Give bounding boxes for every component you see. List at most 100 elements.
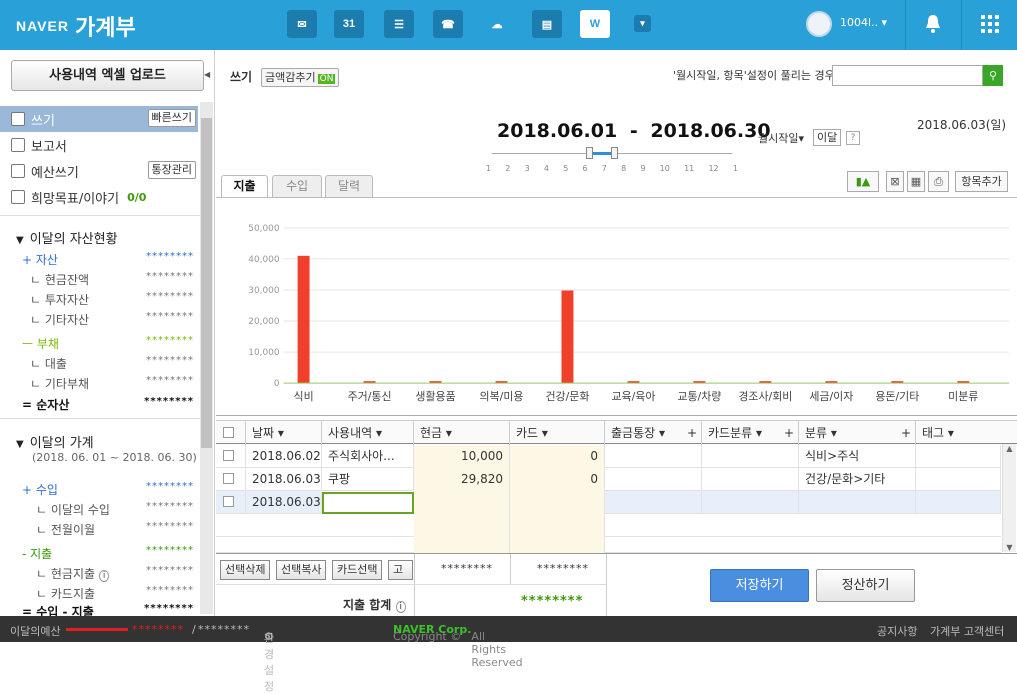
date-cell[interactable]: 2018.06.03 <box>246 468 322 491</box>
slider-handle-start[interactable] <box>586 147 593 159</box>
search-icon[interactable]: ⚲ <box>983 65 1003 86</box>
row-checkbox-cell[interactable] <box>216 468 246 491</box>
household-icon[interactable]: W <box>580 10 610 38</box>
description-cell[interactable]: 쿠팡 <box>322 468 414 491</box>
card-cell[interactable]: 0 <box>510 445 605 468</box>
ledger-section-title[interactable]: 이달의 가계 <box>16 432 94 451</box>
logo[interactable]: NAVER 가계부 <box>16 10 136 42</box>
delete-selected-button[interactable]: 선택삭제 <box>220 560 271 580</box>
sidebar-item-goals[interactable]: 희망목표/이야기 0/0 <box>0 184 198 210</box>
column-category[interactable]: 분류 ▾ + <box>799 421 916 445</box>
add-item-button[interactable]: 항목추가 <box>955 171 1008 192</box>
table-row[interactable]: 2018.06.03 쿠팡 29,820 0 건강/문화>기타 <box>216 468 1001 491</box>
tag-cell[interactable] <box>916 491 1001 514</box>
table-row[interactable]: 2018.06.02 주식회사아... 10,000 0 식비>주식 <box>216 445 1001 468</box>
date-cell[interactable]: 2018.06.03 <box>246 491 322 514</box>
column-card-category[interactable]: 카드분류 ▾ + <box>702 421 799 445</box>
apps-grid-icon[interactable] <box>981 15 999 33</box>
print-icon[interactable]: ⎙ <box>928 171 949 192</box>
info-icon[interactable]: i <box>98 570 110 582</box>
more-icon[interactable]: ▾ <box>634 15 651 32</box>
excel-icon[interactable]: ⊠ <box>886 171 904 192</box>
category-cell[interactable]: 식비>주식 <box>799 445 916 468</box>
tab-income[interactable]: 수입 <box>272 175 322 197</box>
account-manage-button[interactable]: 통장관리 <box>147 161 196 179</box>
column-cash[interactable]: 현금 ▾ <box>414 421 510 445</box>
month-start-dropdown[interactable]: 월시작일▾ <box>758 130 804 146</box>
column-account[interactable]: 출금통장 ▾ + <box>605 421 702 445</box>
settle-button[interactable]: 정산하기 <box>816 569 915 602</box>
cash-cell[interactable] <box>414 491 510 514</box>
row-checkbox-cell[interactable] <box>216 491 246 514</box>
column-date[interactable]: 날짜 ▾ <box>246 421 322 445</box>
column-card[interactable]: 카드 ▾ <box>510 421 605 445</box>
settings-notice-link[interactable]: '월시작일, 항목'설정이 풀리는 경우 <box>673 67 835 83</box>
scrollbar-thumb[interactable] <box>201 118 212 448</box>
card-category-cell[interactable] <box>702 445 799 468</box>
sidebar-scrollbar[interactable] <box>200 102 213 614</box>
scroll-down-icon[interactable]: ▼ <box>1003 543 1016 552</box>
excel-upload-button[interactable]: 사용내역 엑셀 업로드 <box>11 60 204 91</box>
cash-cell[interactable]: 29,820 <box>414 468 510 491</box>
list-icon[interactable]: ☰ <box>384 10 414 38</box>
add-icon[interactable]: + <box>901 421 911 445</box>
mail-icon[interactable]: ✉ <box>287 10 317 38</box>
card-cell[interactable] <box>510 491 605 514</box>
contacts-icon[interactable]: ☎ <box>433 10 463 38</box>
tag-cell[interactable] <box>916 468 1001 491</box>
username[interactable]: 1004l.. ▾ <box>840 16 887 29</box>
account-cell[interactable] <box>605 491 702 514</box>
account-cell[interactable] <box>605 445 702 468</box>
search-input[interactable] <box>832 65 983 86</box>
add-icon[interactable]: + <box>784 421 794 445</box>
memo-icon[interactable]: ▤ <box>532 10 562 38</box>
avatar[interactable] <box>806 11 832 37</box>
tag-cell[interactable] <box>916 445 1001 468</box>
save-button[interactable]: 저장하기 <box>710 569 809 602</box>
chart-toggle-icon[interactable]: ▮▲ <box>847 171 879 192</box>
hide-amount-toggle[interactable]: 금액감추기 ON <box>261 68 340 87</box>
quick-write-button[interactable]: 빠른쓰기 <box>147 109 196 127</box>
category-cell[interactable] <box>799 491 916 514</box>
table-scrollbar[interactable]: ▲ ▼ <box>1002 444 1016 552</box>
calendar-icon[interactable]: 31 <box>334 10 364 38</box>
column-tag[interactable]: 태그 ▾ <box>916 421 1017 445</box>
description-cell[interactable]: 주식회사아... <box>322 445 414 468</box>
row-checkbox[interactable] <box>223 450 234 461</box>
column-description[interactable]: 사용내역 ▾ <box>322 421 414 445</box>
select-all-column[interactable] <box>216 421 246 445</box>
card-select-button[interactable]: 카드선택 <box>332 560 383 580</box>
copy-selected-button[interactable]: 선택복사 <box>276 560 327 580</box>
card-category-cell[interactable] <box>702 468 799 491</box>
collapse-sidebar-icon[interactable]: ◀ <box>204 70 214 84</box>
help-icon[interactable]: ? <box>846 131 860 145</box>
slider-handle-end[interactable] <box>611 147 618 159</box>
scroll-up-icon[interactable]: ▲ <box>1003 444 1016 453</box>
card-category-cell[interactable] <box>702 491 799 514</box>
date-cell[interactable]: 2018.06.02 <box>246 445 322 468</box>
cloud-icon[interactable]: ☁ <box>482 10 512 38</box>
account-cell[interactable] <box>605 468 702 491</box>
assets-section-title[interactable]: 이달의 자산현황 <box>16 228 118 247</box>
active-edit-cell[interactable] <box>322 492 414 514</box>
add-icon[interactable]: + <box>687 421 697 445</box>
tab-calendar[interactable]: 달력 <box>325 175 373 197</box>
sidebar-item-budget[interactable]: 예산쓰기 통장관리 <box>0 158 198 184</box>
card-cell[interactable]: 0 <box>510 468 605 491</box>
calculator-icon[interactable]: ▦ <box>907 171 925 192</box>
cash-cell[interactable]: 10,000 <box>414 445 510 468</box>
fixed-button[interactable]: 고정 <box>388 560 413 580</box>
row-checkbox[interactable] <box>223 496 234 507</box>
sidebar-item-report[interactable]: 보고서 <box>0 132 198 158</box>
category-cell[interactable]: 건강/문화>기타 <box>799 468 916 491</box>
sidebar-item-write[interactable]: 쓰기 빠른쓰기 <box>0 106 198 132</box>
this-month-button[interactable]: 이달 <box>813 129 842 146</box>
row-checkbox[interactable] <box>223 473 234 484</box>
support-link[interactable]: 가계부 고객센터 <box>930 623 1004 639</box>
notice-link[interactable]: 공지사항 <box>877 623 917 639</box>
info-icon[interactable]: i <box>395 601 407 613</box>
select-all-checkbox[interactable] <box>223 427 234 438</box>
bell-icon[interactable] <box>924 14 942 34</box>
tab-expense[interactable]: 지출 <box>221 175 268 198</box>
row-checkbox-cell[interactable] <box>216 445 246 468</box>
